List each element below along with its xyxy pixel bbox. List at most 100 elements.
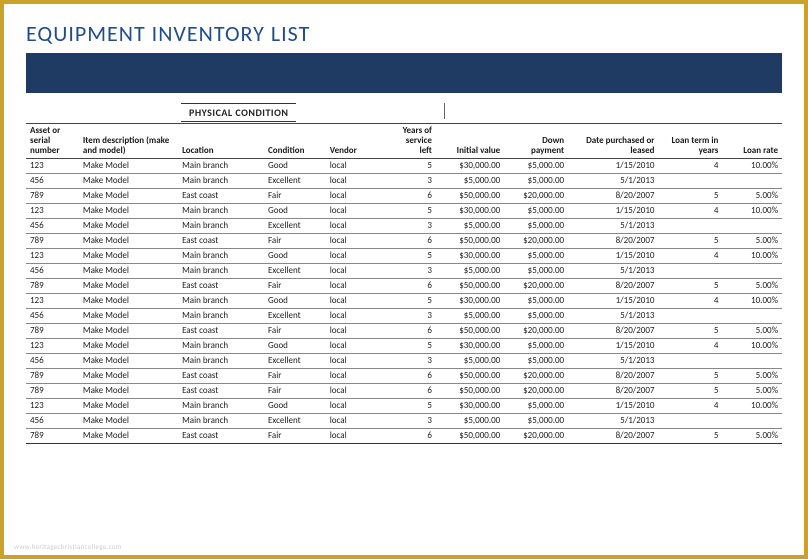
cell-rate: 5.00% [722, 368, 782, 383]
col-header-down: Down payment [504, 124, 568, 159]
cell-condition: Fair [264, 368, 326, 383]
watermark-text: www.heritagechristiancollege.com [14, 542, 122, 551]
cell-date: 5/1/2013 [568, 308, 658, 323]
col-header-date: Date purchased or leased [568, 124, 658, 159]
cell-condition: Fair [264, 383, 326, 398]
cell-years: 3 [387, 353, 435, 368]
cell-date: 1/15/2010 [568, 158, 658, 173]
cell-asset: 789 [26, 188, 79, 203]
cell-location: East coast [178, 188, 264, 203]
cell-rate: 10.00% [722, 158, 782, 173]
cell-desc: Make Model [79, 203, 178, 218]
table-row: 123Make ModelMain branchGoodlocal5$30,00… [26, 293, 782, 308]
cell-location: Main branch [178, 308, 264, 323]
cell-desc: Make Model [79, 398, 178, 413]
table-row: 456Make ModelMain branchExcellentlocal3$… [26, 173, 782, 188]
cell-years: 6 [387, 383, 435, 398]
cell-date: 8/20/2007 [568, 368, 658, 383]
cell-initial: $30,000.00 [436, 338, 504, 353]
cell-down: $20,000.00 [504, 233, 568, 248]
cell-location: East coast [178, 233, 264, 248]
section-divider [444, 103, 445, 119]
col-header-term: Loan term in years [658, 124, 722, 159]
cell-rate: 10.00% [722, 338, 782, 353]
cell-years: 6 [387, 278, 435, 293]
cell-initial: $5,000.00 [436, 263, 504, 278]
cell-down: $5,000.00 [504, 398, 568, 413]
cell-initial: $50,000.00 [436, 368, 504, 383]
table-row: 789Make ModelEast coastFairlocal6$50,000… [26, 188, 782, 203]
cell-condition: Excellent [264, 353, 326, 368]
table-head: Asset or serial number Item description … [26, 124, 782, 159]
cell-asset: 456 [26, 353, 79, 368]
cell-asset: 123 [26, 248, 79, 263]
cell-vendor: local [326, 428, 388, 443]
cell-term [658, 173, 722, 188]
cell-rate: 5.00% [722, 323, 782, 338]
cell-asset: 789 [26, 428, 79, 443]
cell-asset: 123 [26, 158, 79, 173]
cell-years: 6 [387, 323, 435, 338]
cell-down: $20,000.00 [504, 368, 568, 383]
cell-vendor: local [326, 278, 388, 293]
cell-desc: Make Model [79, 173, 178, 188]
cell-term [658, 218, 722, 233]
table-row: 123Make ModelMain branchGoodlocal5$30,00… [26, 248, 782, 263]
cell-location: Main branch [178, 293, 264, 308]
cell-years: 6 [387, 233, 435, 248]
section-label-physical-condition: PHYSICAL CONDITION [181, 103, 296, 122]
cell-asset: 789 [26, 233, 79, 248]
cell-vendor: local [326, 188, 388, 203]
cell-vendor: local [326, 308, 388, 323]
cell-down: $5,000.00 [504, 413, 568, 428]
cell-asset: 789 [26, 278, 79, 293]
cell-initial: $5,000.00 [436, 173, 504, 188]
cell-asset: 456 [26, 173, 79, 188]
cell-date: 8/20/2007 [568, 323, 658, 338]
cell-vendor: local [326, 158, 388, 173]
cell-initial: $5,000.00 [436, 413, 504, 428]
cell-term: 4 [658, 338, 722, 353]
cell-location: Main branch [178, 338, 264, 353]
cell-location: Main branch [178, 173, 264, 188]
cell-years: 5 [387, 338, 435, 353]
table-row: 456Make ModelMain branchExcellentlocal3$… [26, 218, 782, 233]
cell-vendor: local [326, 368, 388, 383]
cell-desc: Make Model [79, 428, 178, 443]
cell-desc: Make Model [79, 233, 178, 248]
cell-rate: 5.00% [722, 383, 782, 398]
cell-term: 5 [658, 233, 722, 248]
cell-vendor: local [326, 323, 388, 338]
cell-initial: $5,000.00 [436, 353, 504, 368]
cell-date: 5/1/2013 [568, 413, 658, 428]
cell-rate [722, 353, 782, 368]
cell-term: 5 [658, 188, 722, 203]
cell-desc: Make Model [79, 188, 178, 203]
cell-initial: $50,000.00 [436, 323, 504, 338]
cell-down: $5,000.00 [504, 158, 568, 173]
cell-condition: Good [264, 248, 326, 263]
cell-years: 6 [387, 368, 435, 383]
cell-rate: 10.00% [722, 203, 782, 218]
cell-years: 3 [387, 308, 435, 323]
section-header-row: PHYSICAL CONDITION [26, 103, 782, 121]
col-header-asset: Asset or serial number [26, 124, 79, 159]
cell-vendor: local [326, 383, 388, 398]
cell-asset: 789 [26, 323, 79, 338]
cell-term: 4 [658, 248, 722, 263]
cell-date: 8/20/2007 [568, 383, 658, 398]
cell-condition: Good [264, 203, 326, 218]
col-header-rate: Loan rate [722, 124, 782, 159]
cell-down: $5,000.00 [504, 263, 568, 278]
cell-term: 5 [658, 368, 722, 383]
cell-date: 8/20/2007 [568, 188, 658, 203]
cell-term [658, 413, 722, 428]
cell-date: 5/1/2013 [568, 353, 658, 368]
cell-desc: Make Model [79, 368, 178, 383]
cell-years: 6 [387, 428, 435, 443]
cell-initial: $5,000.00 [436, 218, 504, 233]
cell-rate [722, 263, 782, 278]
cell-desc: Make Model [79, 263, 178, 278]
inventory-table: Asset or serial number Item description … [26, 123, 782, 444]
cell-asset: 456 [26, 413, 79, 428]
